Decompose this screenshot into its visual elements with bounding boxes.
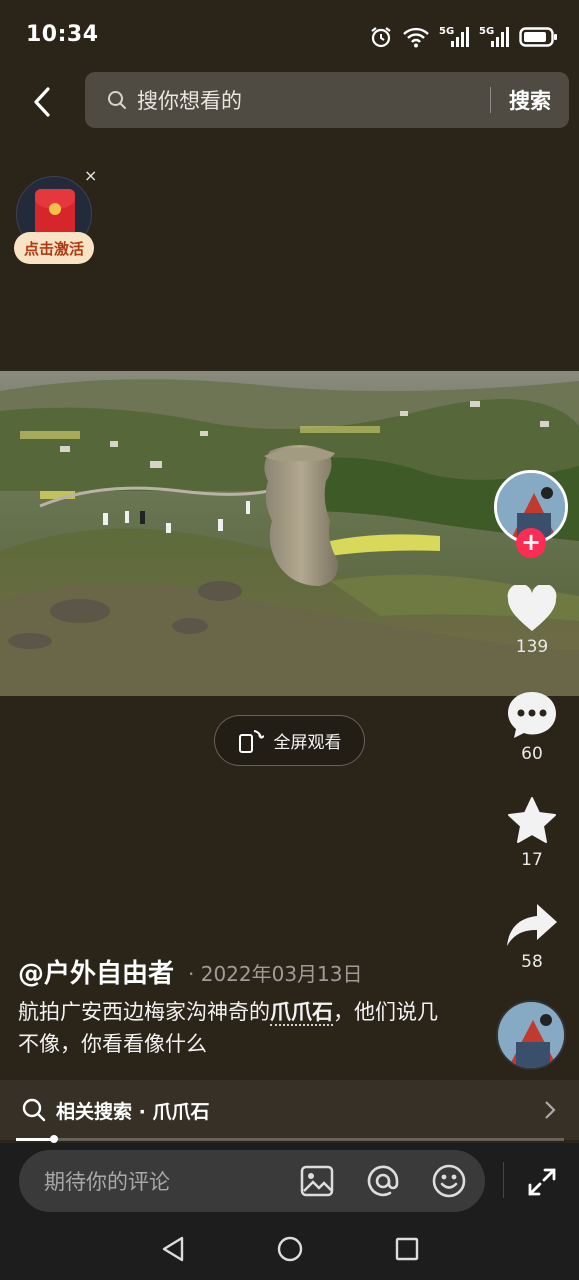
emoji-button[interactable] <box>429 1161 469 1201</box>
status-icons: 5G 5G <box>369 22 559 52</box>
post-caption: 航拍广安西边梅家沟神奇的爪爪石，他们说几不像，你看看像什么 <box>18 996 438 1060</box>
video-progress-track[interactable] <box>16 1138 564 1141</box>
mention-button[interactable] <box>363 1161 403 1201</box>
author-name[interactable]: @户外自由者 <box>18 953 174 990</box>
comment-count: 60 <box>521 744 543 764</box>
image-icon <box>300 1165 334 1197</box>
chevron-right-icon <box>545 1101 556 1119</box>
expand-icon <box>528 1168 556 1196</box>
heart-icon <box>507 585 557 631</box>
alarm-icon <box>371 27 391 48</box>
nav-back-icon[interactable] <box>160 1235 186 1263</box>
at-icon <box>367 1165 399 1197</box>
search-button[interactable]: 搜索 <box>509 85 551 115</box>
battery-icon <box>519 27 557 47</box>
chevron-left-icon <box>34 87 50 117</box>
bottom-divider <box>503 1162 504 1198</box>
comment-action[interactable]: 60 <box>497 690 567 764</box>
like-action[interactable]: 139 <box>497 585 567 657</box>
share-count: 58 <box>521 952 543 972</box>
coin-icon <box>49 203 61 215</box>
comment-input[interactable]: 期待你的评论 <box>44 1166 297 1196</box>
search-bar[interactable]: 搜你想看的 搜索 <box>85 72 569 128</box>
comment-input-bar[interactable]: 期待你的评论 <box>19 1150 485 1212</box>
fullscreen-label: 全屏观看 <box>273 733 342 753</box>
red-packet-label[interactable]: 点击激活 <box>14 232 94 264</box>
nav-recents-icon[interactable] <box>394 1236 420 1262</box>
fullscreen-button[interactable]: 全屏观看 <box>214 715 365 766</box>
share-action[interactable]: 58 <box>497 900 567 972</box>
wifi-icon <box>403 27 429 48</box>
like-count: 139 <box>515 637 549 657</box>
emoji-icon <box>432 1164 466 1198</box>
status-time: 10:34 <box>26 22 99 47</box>
network-label-1: 5G <box>439 26 454 37</box>
favorite-action[interactable]: 17 <box>497 796 567 870</box>
search-icon <box>22 1098 46 1122</box>
star-icon <box>508 797 556 843</box>
music-disc-avatar[interactable] <box>496 1000 566 1070</box>
rotate-screen-icon <box>238 729 264 753</box>
status-bar: 10:34 5G 5G <box>0 0 579 70</box>
favorite-count: 17 <box>521 850 543 870</box>
nav-home-icon[interactable] <box>276 1235 304 1263</box>
system-nav-bar <box>0 1218 579 1280</box>
post-date: · 2022年03月13日 <box>188 962 363 986</box>
signal-5g-icon-1: 5G <box>439 26 469 47</box>
caption-text: 航拍广安西边梅家沟神奇的 <box>18 1000 270 1024</box>
search-input[interactable]: 搜你想看的 <box>137 85 490 115</box>
expand-button[interactable] <box>520 1160 564 1204</box>
search-divider <box>490 87 491 113</box>
signal-5g-icon-2: 5G <box>479 26 509 47</box>
search-icon <box>108 91 126 109</box>
comment-bubble-icon <box>508 692 556 738</box>
network-label-2: 5G <box>479 26 494 37</box>
video-progress-fill <box>16 1138 55 1141</box>
share-arrow-icon <box>507 904 557 946</box>
back-button[interactable] <box>24 82 60 122</box>
related-search-bar[interactable]: 相关搜索 · 爪爪石 <box>0 1080 579 1140</box>
music-avatar-image <box>498 1002 564 1068</box>
related-search-label: 相关搜索 · 爪爪石 <box>56 1100 210 1123</box>
caption-hashtag-link[interactable]: 爪爪石 <box>270 1000 333 1026</box>
follow-button[interactable]: + <box>516 528 546 558</box>
video-progress-handle[interactable] <box>50 1135 59 1143</box>
video-player[interactable] <box>0 371 579 696</box>
image-button[interactable] <box>297 1161 337 1201</box>
video-frame <box>0 371 579 696</box>
red-packet-widget[interactable]: 点击激活 <box>14 172 98 266</box>
red-packet-close-button[interactable]: × <box>84 166 97 185</box>
